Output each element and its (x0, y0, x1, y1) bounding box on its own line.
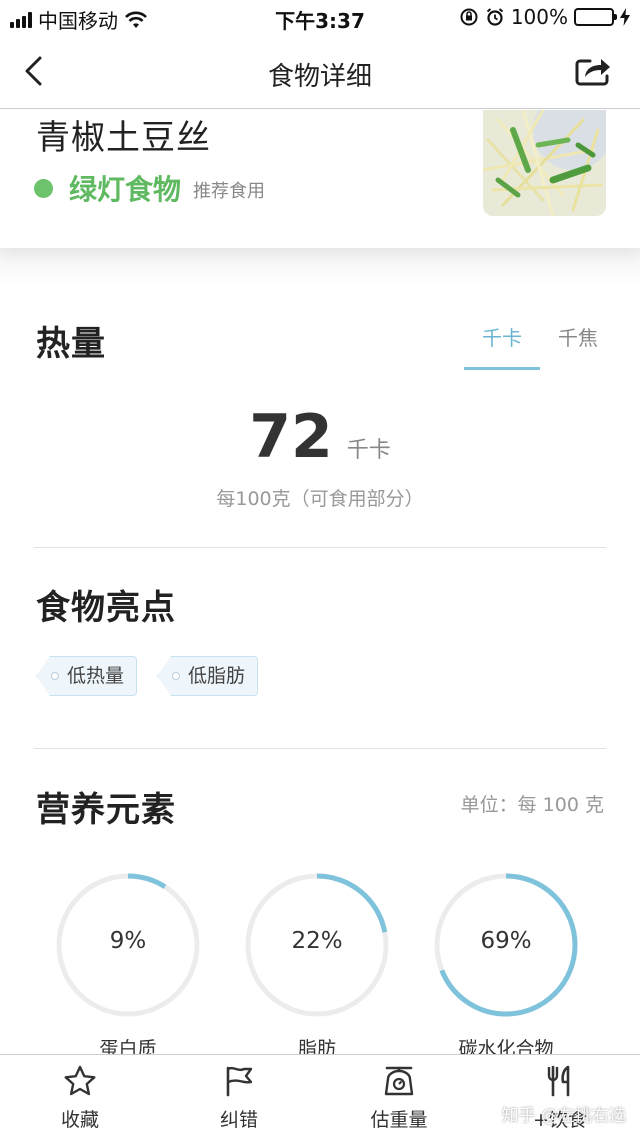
alarm-icon (486, 8, 503, 26)
food-rating: 绿灯食物 推荐食用 (34, 168, 265, 208)
green-dot-icon (34, 178, 53, 198)
energy-per: 每100克（可食用部分） (216, 488, 424, 510)
highlight-tags: 低热量 低脂肪 (36, 656, 259, 696)
food-name: 青椒土豆丝 (36, 118, 211, 158)
bottom-tab-bar: 收藏 纠错 估重量 +饮食 知乎 @左挑右选 (0, 1054, 640, 1138)
charging-icon (620, 8, 630, 26)
battery-percent: 100% (510, 5, 568, 29)
tab-label: 收藏 (60, 1109, 99, 1131)
unit-tabs: 千卡 千焦 (464, 322, 616, 370)
nutrients-unit-note: 单位：每 100 克 (460, 794, 604, 816)
tab-favorite[interactable]: 收藏 (20, 1065, 140, 1132)
section-gap (0, 248, 640, 288)
star-icon (64, 1065, 96, 1096)
battery-icon (574, 8, 617, 26)
tab-report-error[interactable]: 纠错 (179, 1065, 299, 1132)
tab-kj[interactable]: 千焦 (540, 322, 616, 370)
energy-title: 热量 (36, 324, 106, 364)
divider (34, 748, 606, 749)
protein-percent: 9% (109, 928, 147, 954)
share-icon[interactable] (574, 54, 612, 88)
light-sub: 推荐食用 (193, 181, 266, 202)
nav-bar: 食物详细 (0, 36, 640, 109)
food-photo[interactable] (483, 110, 606, 216)
nutrient-fat[interactable]: 22% 脂肪 (244, 872, 390, 1061)
watermark: 知乎 @左挑右选 (501, 1106, 626, 1126)
tab-label: 估重量 (370, 1109, 428, 1131)
tab-label: 纠错 (219, 1109, 258, 1131)
status-right: 100% (459, 5, 630, 29)
energy-value-row: 72 千卡 (0, 402, 640, 472)
carbs-percent: 69% (480, 928, 532, 954)
energy-unit: 千卡 (346, 438, 391, 463)
highlight-tag: 低脂肪 (157, 656, 259, 696)
divider (34, 547, 606, 548)
tab-kcal[interactable]: 千卡 (464, 322, 540, 370)
page-title: 食物详细 (267, 62, 372, 92)
highlights-title: 食物亮点 (36, 588, 176, 628)
light-label: 绿灯食物 (69, 173, 182, 206)
nutrient-carbs[interactable]: 69% 碳水化合物 (433, 872, 579, 1061)
energy-value: 72 (249, 402, 333, 472)
tag-label: 低脂肪 (188, 665, 246, 687)
rotation-lock-icon (460, 8, 478, 26)
nutrient-protein[interactable]: 9% 蛋白质 (55, 872, 201, 1061)
fork-knife-icon (547, 1065, 570, 1097)
nutrients-title: 营养元素 (36, 790, 176, 830)
food-header: 青椒土豆丝 绿灯食物 推荐食用 (0, 110, 640, 248)
scale-icon (384, 1066, 414, 1096)
status-bar: 中国移动 下午3:37 100% (0, 0, 640, 36)
fat-percent: 22% (291, 928, 343, 954)
flag-icon (226, 1066, 253, 1097)
tab-estimate-weight[interactable]: 估重量 (339, 1065, 459, 1132)
highlight-tag: 低热量 (36, 656, 138, 696)
tag-label: 低热量 (67, 665, 125, 687)
